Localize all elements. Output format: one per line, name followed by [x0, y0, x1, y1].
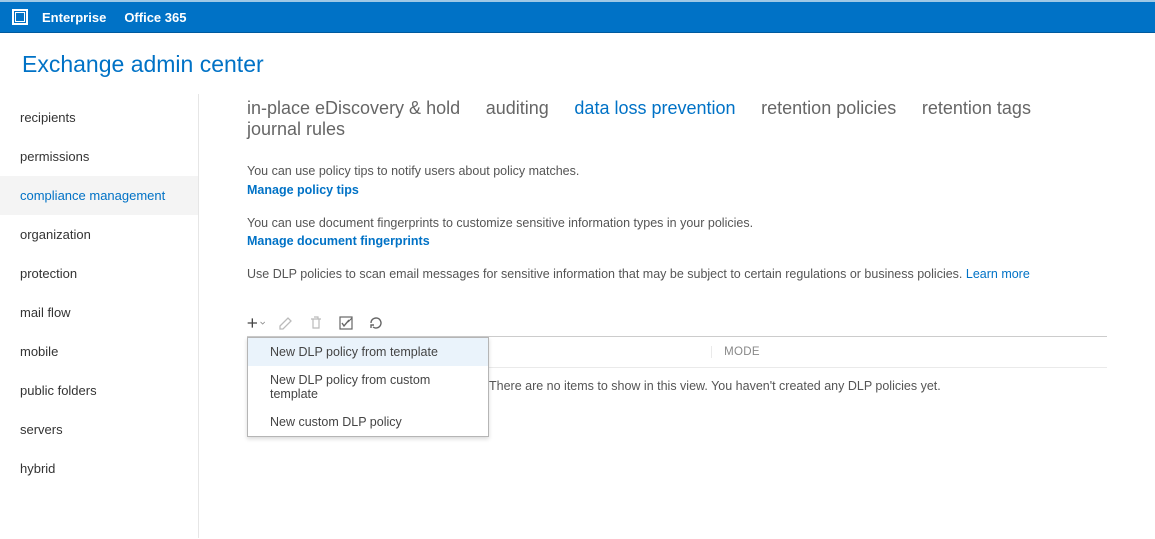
- toggle-button[interactable]: [337, 314, 355, 332]
- office-logo: [12, 9, 28, 25]
- sidebar-item-recipients[interactable]: recipients: [0, 98, 198, 137]
- info-line-2: You can use document fingerprints to cus…: [247, 214, 1107, 233]
- new-button[interactable]: [247, 314, 265, 332]
- sidebar-item-permissions[interactable]: permissions: [0, 137, 198, 176]
- sidebar-item-organization[interactable]: organization: [0, 215, 198, 254]
- menu-item-new-custom-policy[interactable]: New custom DLP policy: [248, 408, 488, 436]
- menu-item-new-from-custom-template[interactable]: New DLP policy from custom template: [248, 366, 488, 408]
- tab-data-loss-prevention[interactable]: data loss prevention: [574, 98, 735, 119]
- new-dropdown-menu: New DLP policy from template New DLP pol…: [247, 337, 489, 437]
- sidebar-item-public-folders[interactable]: public folders: [0, 371, 198, 410]
- top-nav-office365[interactable]: Office 365: [124, 10, 186, 25]
- tab-journal-rules[interactable]: journal rules: [247, 119, 345, 140]
- sidebar-item-mail-flow[interactable]: mail flow: [0, 293, 198, 332]
- column-header-mode[interactable]: MODE: [711, 346, 930, 358]
- refresh-button[interactable]: [367, 314, 385, 332]
- tab-auditing[interactable]: auditing: [486, 98, 549, 119]
- link-manage-policy-tips[interactable]: Manage policy tips: [247, 183, 359, 197]
- tab-retention-policies[interactable]: retention policies: [761, 98, 896, 119]
- sidebar-item-hybrid[interactable]: hybrid: [0, 449, 198, 488]
- app-title: Exchange admin center: [0, 33, 1155, 94]
- top-nav-enterprise[interactable]: Enterprise: [42, 10, 106, 25]
- sidebar-item-servers[interactable]: servers: [0, 410, 198, 449]
- link-learn-more[interactable]: Learn more: [966, 267, 1030, 281]
- sidebar-item-compliance-management[interactable]: compliance management: [0, 176, 198, 215]
- link-manage-document-fingerprints[interactable]: Manage document fingerprints: [247, 234, 430, 248]
- tab-retention-tags[interactable]: retention tags: [922, 98, 1031, 119]
- menu-item-new-from-template[interactable]: New DLP policy from template: [248, 338, 488, 366]
- global-header: Enterprise Office 365: [0, 0, 1155, 33]
- main-content: in-place eDiscovery & hold auditing data…: [199, 94, 1155, 538]
- info-block: You can use policy tips to notify users …: [247, 162, 1107, 284]
- edit-button[interactable]: [277, 314, 295, 332]
- delete-button[interactable]: [307, 314, 325, 332]
- info-line-1: You can use policy tips to notify users …: [247, 162, 1107, 181]
- left-nav: recipients permissions compliance manage…: [0, 94, 199, 538]
- table-empty-message: There are no items to show in this view.…: [477, 375, 941, 393]
- tabs-row: in-place eDiscovery & hold auditing data…: [247, 94, 1107, 162]
- tab-ediscovery[interactable]: in-place eDiscovery & hold: [247, 98, 460, 119]
- dlp-table: NAME MODE There are no items to show in …: [247, 336, 1107, 368]
- toolbar: [247, 314, 1107, 332]
- info-line-3: Use DLP policies to scan email messages …: [247, 267, 966, 281]
- sidebar-item-protection[interactable]: protection: [0, 254, 198, 293]
- sidebar-item-mobile[interactable]: mobile: [0, 332, 198, 371]
